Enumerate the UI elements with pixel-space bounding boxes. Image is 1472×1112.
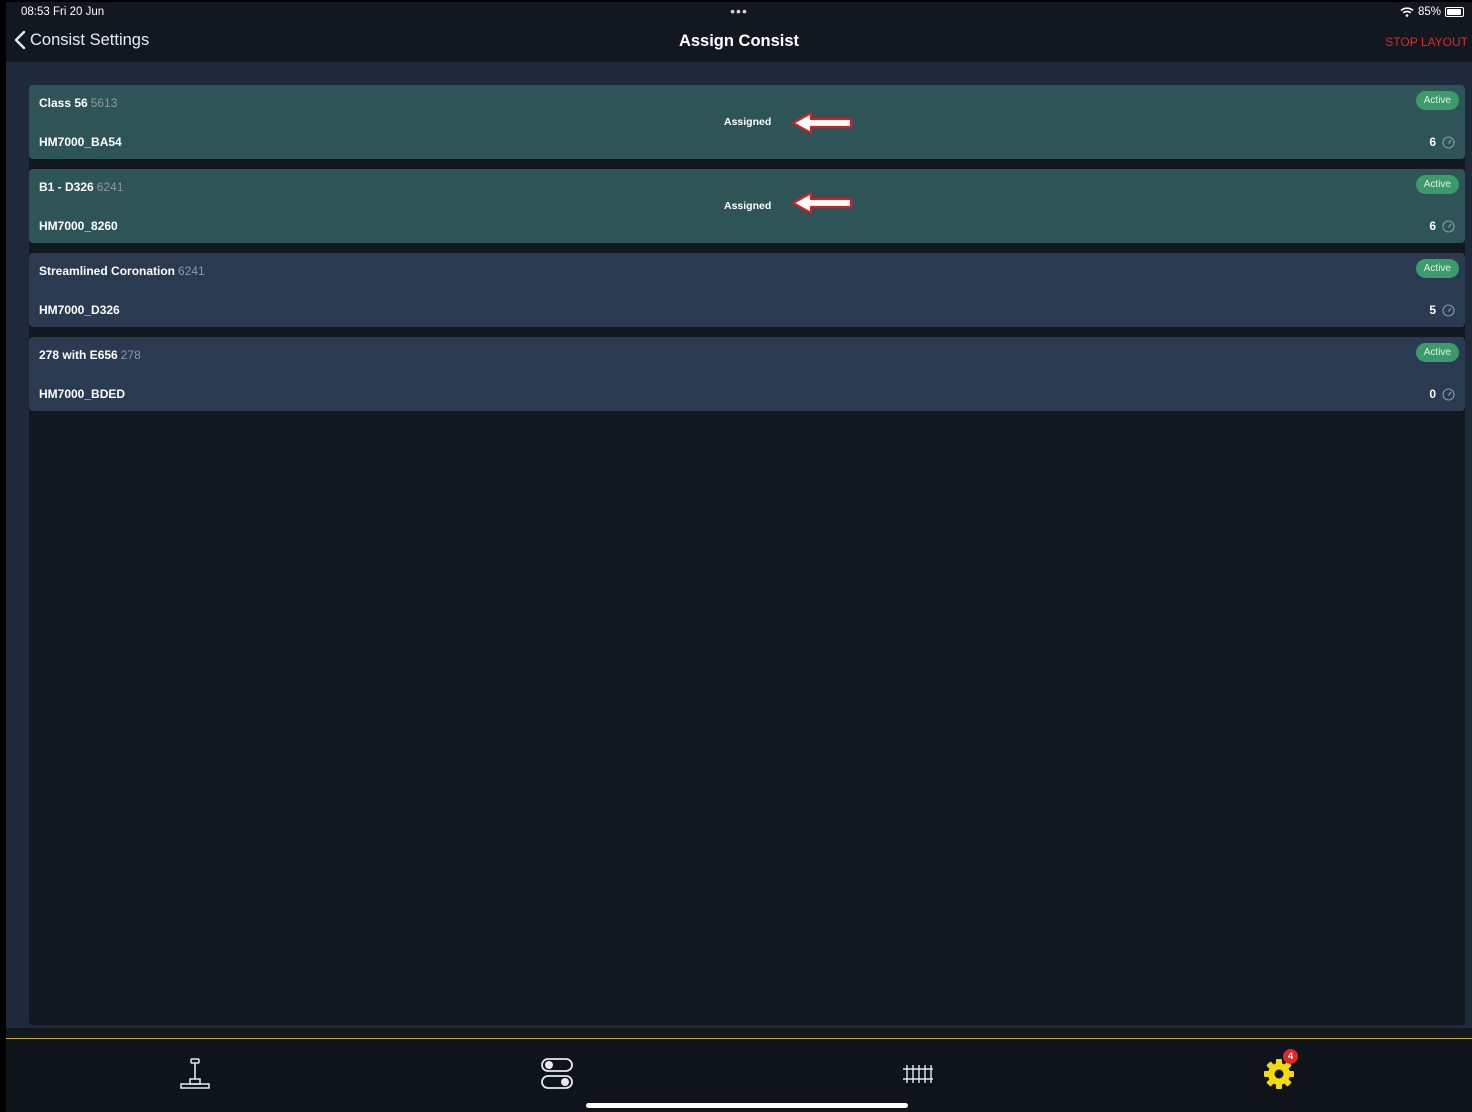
- speed-value: 0: [1429, 387, 1436, 401]
- consist-name: Class 56: [39, 96, 88, 110]
- railway-track-icon: [903, 1065, 933, 1083]
- assigned-label: Assigned: [724, 200, 772, 212]
- status-time: 08:53 Fri 20 Jun: [21, 6, 105, 18]
- consist-list-area: Class 56 5613 Assigned Active HM7000_BA54…: [6, 62, 1472, 1028]
- consist-card[interactable]: Class 56 5613 Assigned Active HM7000_BA54…: [29, 85, 1465, 159]
- consist-name: B1 - D326: [39, 180, 94, 194]
- consist-number: 278: [120, 348, 141, 362]
- status-badge: Active: [1415, 259, 1459, 278]
- tab-controls[interactable]: [517, 1039, 597, 1109]
- speed-count: 5: [1429, 303, 1455, 317]
- speedometer-icon: [1442, 387, 1455, 401]
- consist-card[interactable]: 278 with E656 278 Active HM7000_BDED 0: [29, 337, 1465, 411]
- speed-value: 6: [1429, 219, 1436, 233]
- arrow-left-icon: [791, 191, 853, 215]
- back-label: Consist Settings: [30, 30, 150, 49]
- chevron-left-icon: [14, 30, 26, 50]
- status-right: 85%: [1400, 6, 1464, 18]
- decoder-id: HM7000_BDED: [39, 387, 126, 401]
- consist-card[interactable]: Streamlined Coronation 6241 Active HM7000…: [29, 253, 1465, 327]
- speedometer-icon: [1442, 219, 1455, 233]
- arrow-left-icon: [791, 111, 853, 135]
- consist-number: 6241: [96, 180, 124, 194]
- speed-count: 6: [1429, 135, 1455, 149]
- notification-badge: 4: [1283, 1049, 1298, 1064]
- home-indicator[interactable]: [586, 1103, 908, 1108]
- consist-name: 278 with E656: [39, 348, 118, 362]
- toggle-switches-icon: [541, 1058, 573, 1089]
- consist-title: Streamlined Coronation 6241: [39, 264, 205, 278]
- multitasking-dots[interactable]: •••: [730, 3, 748, 19]
- tab-track[interactable]: [878, 1039, 958, 1109]
- consist-title: Class 56 5613: [39, 96, 117, 110]
- speedometer-icon: [1442, 135, 1455, 149]
- consist-title: B1 - D326 6241: [39, 180, 123, 194]
- status-badge: Active: [1415, 91, 1459, 110]
- speed-value: 5: [1429, 303, 1436, 317]
- stop-layout-button[interactable]: STOP LAYOUT: [1385, 35, 1468, 49]
- speed-count: 0: [1429, 387, 1455, 401]
- consist-card[interactable]: B1 - D326 6241 Assigned Active HM7000_826…: [29, 169, 1465, 243]
- page-title: Assign Consist: [678, 32, 800, 50]
- speed-count: 6: [1429, 219, 1455, 233]
- decoder-id: HM7000_BA54: [39, 135, 122, 149]
- status-badge: Active: [1415, 175, 1459, 194]
- consist-number: 6241: [178, 264, 205, 278]
- consist-list: Class 56 5613 Assigned Active HM7000_BA54…: [29, 85, 1465, 1025]
- status-bar: 08:53 Fri 20 Jun ••• 85%: [6, 2, 1472, 24]
- wifi-icon: [1400, 7, 1414, 17]
- consist-name: Streamlined Coronation: [39, 264, 176, 278]
- tab-throttle[interactable]: [155, 1039, 235, 1109]
- throttle-lever-icon: [180, 1058, 210, 1089]
- navigation-bar: Consist Settings Assign Consist STOP LAY…: [6, 24, 1472, 62]
- consist-title: 278 with E656 278: [39, 348, 141, 362]
- assigned-label: Assigned: [724, 116, 772, 128]
- decoder-id: HM7000_D326: [39, 303, 120, 317]
- status-badge: Active: [1415, 343, 1459, 362]
- battery-percent: 85%: [1417, 6, 1441, 18]
- speed-value: 6: [1429, 135, 1436, 149]
- tab-settings[interactable]: 4: [1239, 1039, 1319, 1109]
- tab-bar: 4: [6, 1038, 1472, 1112]
- app-screen: 08:53 Fri 20 Jun ••• 85% Consist Setting…: [6, 2, 1472, 1112]
- consist-number: 5613: [90, 96, 118, 110]
- battery-icon: [1445, 7, 1464, 17]
- speedometer-icon: [1442, 303, 1455, 317]
- decoder-id: HM7000_8260: [39, 219, 118, 233]
- back-button[interactable]: Consist Settings: [14, 30, 149, 50]
